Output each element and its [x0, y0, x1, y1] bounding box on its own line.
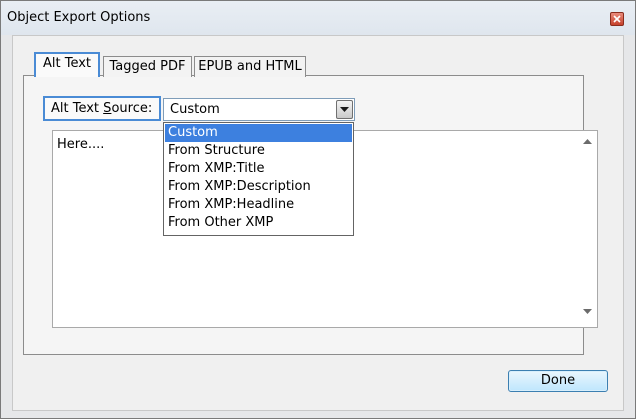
- tab-alt-text[interactable]: Alt Text: [34, 52, 100, 77]
- dropdown-option-custom[interactable]: Custom: [165, 124, 352, 142]
- done-button[interactable]: Done: [508, 370, 608, 392]
- close-icon[interactable]: [610, 12, 624, 26]
- alt-text-value: Here....: [57, 137, 105, 152]
- dropdown-option-from-xmp-description[interactable]: From XMP:Description: [165, 178, 352, 196]
- dropdown-option-from-xmp-headline[interactable]: From XMP:Headline: [165, 196, 352, 214]
- select-value: Custom: [170, 102, 220, 117]
- vertical-scrollbar[interactable]: [579, 131, 597, 327]
- tab-epub-and-html[interactable]: EPUB and HTML: [194, 56, 306, 77]
- alt-text-source-label: Alt Text Source:: [43, 96, 161, 121]
- dropdown-option-from-other-xmp[interactable]: From Other XMP: [165, 214, 352, 232]
- alt-text-source-dropdown-list: Custom From Structure From XMP:Title Fro…: [163, 122, 354, 236]
- chevron-down-icon[interactable]: [336, 100, 353, 119]
- window-title: Object Export Options: [7, 10, 151, 25]
- dropdown-option-from-structure[interactable]: From Structure: [165, 142, 352, 160]
- dialog-window: Object Export Options Alt Text Tagged PD…: [0, 0, 636, 419]
- title-bar[interactable]: Object Export Options: [1, 1, 635, 35]
- tab-tagged-pdf[interactable]: Tagged PDF: [103, 56, 192, 77]
- scroll-up-arrow-icon[interactable]: [583, 139, 592, 144]
- source-label-suffix: ource:: [111, 101, 153, 116]
- scroll-down-arrow-icon[interactable]: [583, 309, 592, 314]
- source-label-prefix: Alt Text: [51, 101, 104, 116]
- alt-text-source-select[interactable]: Custom: [163, 98, 355, 121]
- dropdown-option-from-xmp-title[interactable]: From XMP:Title: [165, 160, 352, 178]
